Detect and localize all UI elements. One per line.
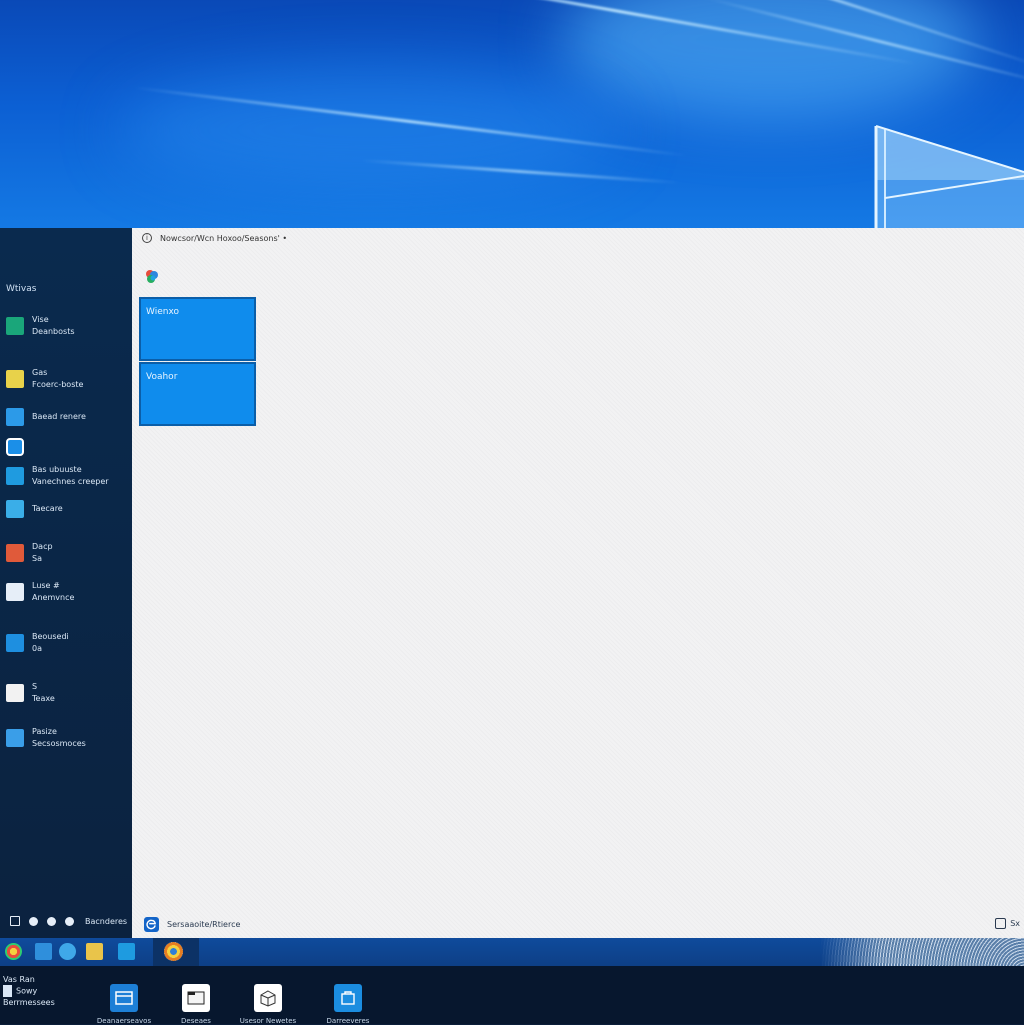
app-list-label: Vise Deanbosts bbox=[32, 314, 75, 338]
app-list-label-line2: Deanbosts bbox=[32, 327, 75, 336]
taskbar bbox=[0, 938, 1024, 966]
app-list-label: Taecare bbox=[32, 503, 63, 515]
user-icon[interactable] bbox=[10, 916, 20, 926]
folder-icon[interactable] bbox=[86, 943, 103, 960]
edge-shortcut-label: Sersaaoite/Rtierce bbox=[167, 920, 241, 929]
app-list-label: Baead renere bbox=[32, 411, 86, 423]
corner-action[interactable]: Sx bbox=[995, 918, 1020, 929]
store-icon bbox=[6, 317, 24, 335]
app-list-item[interactable]: Baead renere bbox=[6, 408, 128, 426]
power-label: Bacnderes bbox=[85, 916, 128, 926]
app-list-label: Gas Fcoerc-boste bbox=[32, 367, 83, 391]
start-menu: Wtivas Vise Deanbosts Gas Fcoerc-boste Baead… bbox=[0, 228, 1024, 938]
windows-logo-icon bbox=[874, 125, 1024, 228]
app-list-item[interactable]: Beousedi 0a bbox=[6, 631, 128, 655]
power-icon[interactable] bbox=[65, 916, 74, 926]
app-list-item[interactable]: Gas Fcoerc-boste bbox=[6, 367, 128, 391]
notepad-icon bbox=[6, 583, 24, 601]
corner-action-label: Sx bbox=[1010, 919, 1020, 928]
tiles-header: i Nowcsor/Wcn Hoxoo/Seasons' • bbox=[142, 233, 287, 243]
app-list-panel: Wtivas Vise Deanbosts Gas Fcoerc-boste Baead… bbox=[0, 228, 132, 938]
tile-voahor[interactable]: Voahor bbox=[139, 362, 256, 426]
chat-icon bbox=[6, 634, 24, 652]
app-list-label-line1: Beousedi bbox=[32, 632, 69, 641]
dock-app-2[interactable]: Deseaes bbox=[166, 984, 226, 1025]
app-list-item[interactable]: Vise Deanbosts bbox=[6, 314, 128, 338]
tile-label: Wienxo bbox=[146, 307, 179, 317]
app-list-label: S Teaxe bbox=[32, 681, 55, 705]
text-app-icon bbox=[6, 684, 24, 702]
tiles-header-text: Nowcsor/Wcn Hoxoo/Seasons' • bbox=[160, 233, 288, 243]
cloud-icon bbox=[6, 500, 24, 518]
user-name: Vas Ran bbox=[3, 975, 35, 984]
app-list-label-line2: Sa bbox=[32, 554, 42, 563]
app-list-label-line2: Anemvnce bbox=[32, 593, 75, 602]
apps-icon[interactable] bbox=[118, 943, 135, 960]
desktop-wallpaper bbox=[0, 0, 1024, 228]
photos-icon bbox=[6, 544, 24, 562]
app-list-label-line1: S bbox=[32, 682, 38, 691]
calendar-icon bbox=[6, 370, 24, 388]
app-list-label-line1: Pasize bbox=[32, 727, 57, 736]
app-list-label-line1: Bas ubuuste bbox=[32, 465, 82, 474]
power-row: Bacnderes bbox=[10, 916, 127, 926]
app-list-label-line1: Dacp bbox=[32, 542, 53, 551]
box-icon bbox=[254, 984, 282, 1012]
circle-app-icon bbox=[6, 438, 24, 456]
app-list-label: Beousedi 0a bbox=[32, 631, 69, 655]
edge-shortcut[interactable]: Sersaaoite/Rtierce bbox=[144, 917, 240, 932]
app-list-label-line2: Vanechnes creeper bbox=[32, 477, 109, 486]
app-list-label-line2: Secsosmoces bbox=[32, 739, 86, 748]
user-profile[interactable]: Vas Ran Sowy Berrmessees bbox=[3, 974, 55, 1008]
app-list-label: Dacp Sa bbox=[32, 541, 53, 565]
app-list-item[interactable] bbox=[6, 438, 128, 456]
app-list-label-line1: Luse # bbox=[32, 581, 60, 590]
tile-wienxo[interactable]: Wienxo bbox=[139, 297, 256, 361]
app-list-label-line1: Baead renere bbox=[32, 412, 86, 421]
app-list-label-line1: Taecare bbox=[32, 504, 63, 513]
app-list-label-line2: 0a bbox=[32, 644, 42, 653]
file-icon[interactable] bbox=[35, 943, 52, 960]
app-list-label: Bas ubuuste Vanechnes creeper bbox=[32, 464, 109, 488]
people-app-icon[interactable] bbox=[144, 268, 160, 284]
document-icon bbox=[6, 408, 24, 426]
app-list-label-line1: Gas bbox=[32, 368, 48, 377]
store-icon bbox=[334, 984, 362, 1012]
settings-icon[interactable] bbox=[47, 916, 56, 926]
user-icon bbox=[3, 985, 12, 997]
fingerprint-wallpaper-strip bbox=[820, 938, 1024, 966]
info-icon[interactable]: i bbox=[142, 233, 152, 243]
grid-app-icon bbox=[6, 467, 24, 485]
dock: Vas Ran Sowy Berrmessees Deanaerseavos D… bbox=[0, 966, 1024, 1025]
app-list-item[interactable]: Pasize Secsosmoces bbox=[6, 726, 128, 750]
settings-app-icon bbox=[6, 729, 24, 747]
edge-icon bbox=[144, 917, 159, 932]
window-icon bbox=[995, 918, 1007, 929]
window-icon bbox=[110, 984, 138, 1012]
app-list-item[interactable]: Bas ubuuste Vanechnes creeper bbox=[6, 464, 128, 488]
user-status: Sowy bbox=[16, 986, 38, 996]
tile-label: Voahor bbox=[146, 372, 178, 382]
app-list-label-line2: Fcoerc-boste bbox=[32, 380, 84, 389]
app-list-label: Pasize Secsosmoces bbox=[32, 726, 86, 750]
app-list-label-line1: Vise bbox=[32, 315, 49, 324]
app-list-item[interactable]: S Teaxe bbox=[6, 681, 128, 705]
chrome-active-icon[interactable] bbox=[164, 942, 183, 961]
app-list-item[interactable]: Taecare bbox=[6, 500, 128, 518]
app-list-label-line2: Teaxe bbox=[32, 694, 55, 703]
folder-icon bbox=[182, 984, 210, 1012]
app-list-item[interactable]: Dacp Sa bbox=[6, 541, 128, 565]
dock-app-4[interactable]: Darreeveres bbox=[318, 984, 378, 1025]
app-list-label: Luse # Anemvnce bbox=[32, 580, 74, 604]
documents-icon[interactable] bbox=[29, 916, 38, 926]
app-list-item[interactable]: Luse # Anemvnce bbox=[6, 580, 128, 604]
app-list-header: Wtivas bbox=[6, 284, 37, 294]
tiles-pane: i Nowcsor/Wcn Hoxoo/Seasons' • Wienxo Vo… bbox=[132, 228, 1024, 938]
dock-app-1[interactable]: Deanaerseavos bbox=[94, 984, 154, 1025]
user-subtitle: Berrmessees bbox=[3, 998, 55, 1007]
dock-app-3[interactable]: Usesor Newetes bbox=[238, 984, 298, 1025]
edge-icon[interactable] bbox=[59, 943, 76, 960]
chrome-icon[interactable] bbox=[5, 943, 22, 960]
